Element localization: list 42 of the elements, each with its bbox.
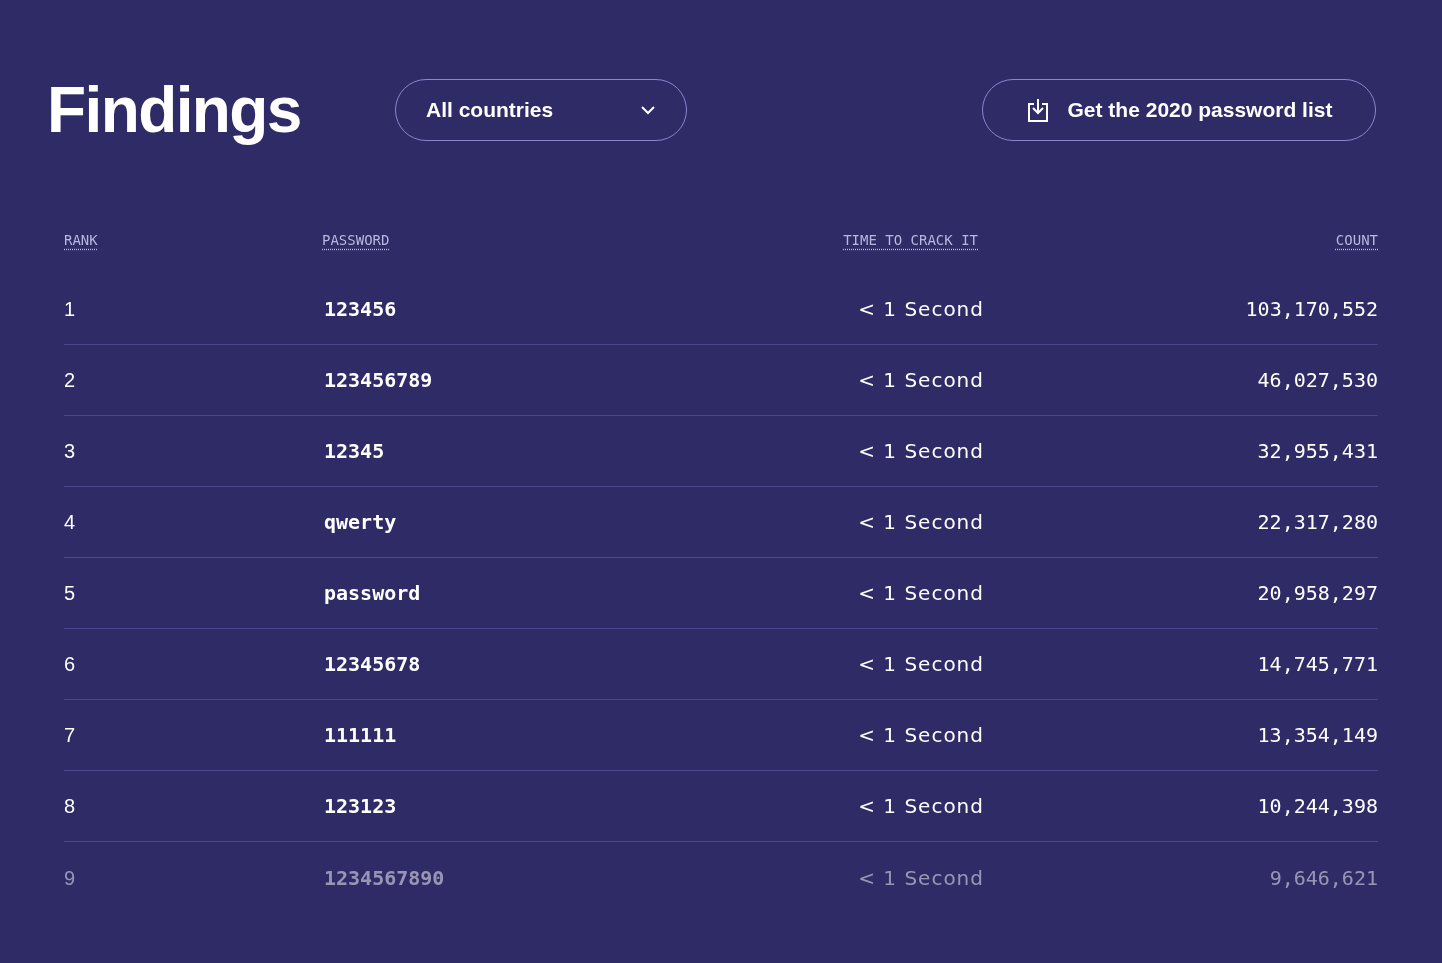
rank-cell: 2	[64, 369, 76, 391]
rank-cell: 6	[64, 653, 76, 675]
column-header[interactable]: PASSWORD	[322, 231, 390, 248]
password-cell: qwerty	[324, 510, 397, 534]
rank-cell: 1	[64, 298, 76, 320]
count-cell: 46,027,530	[1257, 368, 1378, 392]
time-cell: < 1 Second	[858, 723, 984, 747]
column-header[interactable]: TIME TO CRACK IT	[843, 231, 978, 248]
column-header[interactable]: COUNT	[1335, 231, 1378, 248]
count-cell: 13,354,149	[1257, 723, 1378, 747]
rank-cell: 4	[64, 511, 76, 533]
time-cell: < 1 Second	[858, 865, 984, 890]
download-icon	[1025, 97, 1050, 123]
chevron-down-icon	[640, 105, 656, 115]
password-cell: 12345678	[324, 652, 421, 676]
time-cell: < 1 Second	[858, 652, 984, 676]
password-cell: 1234567890	[324, 865, 445, 890]
password-cell: 123123	[324, 794, 397, 818]
time-cell: < 1 Second	[858, 297, 984, 321]
password-cell: 12345	[324, 439, 385, 463]
rank-cell: 9	[64, 866, 76, 889]
count-cell: 14,745,771	[1257, 652, 1378, 676]
time-cell: < 1 Second	[858, 510, 984, 534]
count-cell: 9,646,621	[1269, 865, 1378, 890]
time-cell: < 1 Second	[858, 581, 984, 605]
rank-cell: 3	[64, 440, 76, 462]
time-cell: < 1 Second	[858, 794, 984, 818]
count-cell: 103,170,552	[1245, 297, 1378, 321]
column-header[interactable]: RANK	[64, 231, 98, 248]
password-cell: 123456789	[324, 368, 433, 392]
password-cell: 111111	[324, 723, 397, 747]
time-cell: < 1 Second	[858, 439, 984, 463]
time-cell: < 1 Second	[858, 368, 984, 392]
count-cell: 22,317,280	[1257, 510, 1378, 534]
password-cell: 123456	[324, 297, 397, 321]
count-cell: 32,955,431	[1257, 439, 1378, 463]
rank-cell: 7	[64, 724, 76, 746]
rank-cell: 8	[64, 795, 76, 817]
password-cell: password	[324, 581, 421, 605]
count-cell: 10,244,398	[1257, 794, 1378, 818]
rank-cell: 5	[64, 582, 76, 604]
count-cell: 20,958,297	[1257, 581, 1378, 605]
